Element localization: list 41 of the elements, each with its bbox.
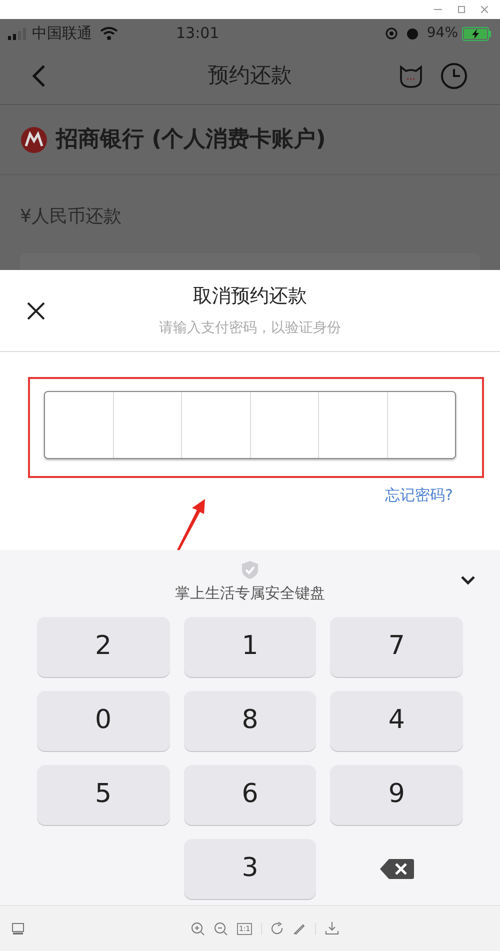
signal-icon <box>8 28 28 40</box>
digit-key[interactable]: 6 <box>184 764 316 824</box>
close-icon[interactable] <box>26 301 46 321</box>
digit-key[interactable]: 2 <box>37 616 170 676</box>
rotation-lock-icon <box>384 27 398 40</box>
download-icon[interactable] <box>325 922 340 935</box>
wifi-icon <box>100 27 118 40</box>
digit-key[interactable]: 5 <box>37 764 170 824</box>
digit-key[interactable]: 3 <box>184 838 316 898</box>
minimize-icon[interactable] <box>434 8 442 10</box>
battery-percent: 94% <box>426 24 458 43</box>
rotate-icon[interactable] <box>271 922 284 935</box>
digit-key[interactable]: 1 <box>184 616 316 676</box>
sheet-subtitle: 请输入支付密码，以验证身份 <box>159 319 341 338</box>
clock-time: 13:01 <box>176 23 220 44</box>
pencil-icon[interactable] <box>293 922 306 935</box>
carrier-name: 中国联通 <box>32 23 92 44</box>
screen-icon[interactable] <box>12 922 24 934</box>
cat-face-icon[interactable] <box>398 63 424 89</box>
collapse-chevron-icon[interactable] <box>461 576 475 585</box>
forgot-password-link[interactable]: 忘记密码? <box>385 484 453 506</box>
maximize-icon[interactable] <box>458 6 465 13</box>
bank-account-name: 招商银行 (个人消费卡账户) <box>56 126 326 154</box>
bank-logo-icon <box>20 126 48 154</box>
password-field[interactable] <box>44 391 456 459</box>
digit-key[interactable]: 8 <box>184 690 316 750</box>
history-clock-icon[interactable] <box>440 62 468 90</box>
shield-check-icon <box>241 560 259 580</box>
page-title: 预约还款 <box>208 62 292 90</box>
zoom-in-icon[interactable] <box>191 922 205 936</box>
digit-key[interactable]: 4 <box>330 690 463 750</box>
battery-icon <box>462 26 492 40</box>
zoom-out-icon[interactable] <box>214 922 228 936</box>
backspace-icon <box>378 858 415 880</box>
digit-key[interactable]: 0 <box>37 690 170 750</box>
digit-key[interactable]: 9 <box>330 764 463 824</box>
keyboard-title: 掌上生活专属安全键盘 <box>175 583 325 604</box>
currency-label: ¥人民币还款 <box>20 204 122 228</box>
sheet-title: 取消预约还款 <box>193 284 307 309</box>
back-icon[interactable] <box>32 64 46 88</box>
digit-key[interactable]: 7 <box>330 616 463 676</box>
